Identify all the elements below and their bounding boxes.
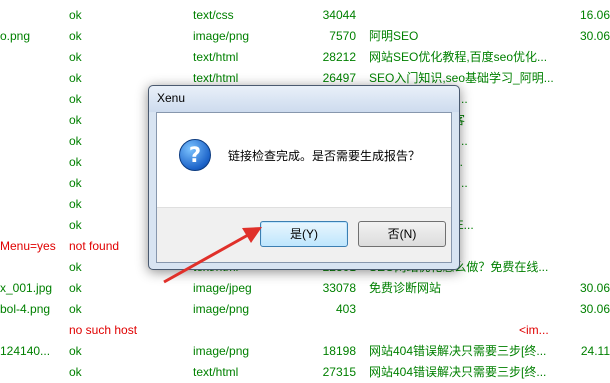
row-status: ok: [69, 50, 82, 64]
row-size: 18198: [322, 344, 356, 358]
row-status: ok: [69, 302, 82, 316]
row-status: ok: [69, 8, 82, 22]
row-title: 网站SEO优化教程,百度seo优化...: [369, 50, 548, 64]
list-row[interactable]: no such host <im...: [0, 320, 610, 341]
row-url: x_001.jpg: [0, 281, 53, 295]
row-type: image/png: [193, 302, 250, 316]
row-date: 30.06: [579, 302, 610, 316]
row-type: text/html: [193, 50, 239, 64]
row-type: image/png: [193, 29, 250, 43]
row-status: ok: [69, 155, 82, 169]
row-date: 30.06: [579, 29, 610, 43]
list-row[interactable]: ok text/html 27315 网站404错误解决只需要三步[终...: [0, 362, 610, 383]
row-title: <im...: [519, 323, 549, 337]
row-status: ok: [69, 281, 82, 295]
dialog-body: ? 链接检查完成。是否需要生成报告？ 是(Y) 否(N): [156, 112, 452, 263]
dialog-content: ? 链接检查完成。是否需要生成报告？: [157, 113, 451, 207]
dialog-message: 链接检查完成。是否需要生成报告？: [228, 149, 421, 163]
row-type: image/png: [193, 344, 250, 358]
list-row[interactable]: bol-4.png ok image/png 403 30.06: [0, 299, 610, 320]
list-row[interactable]: 124140... ok image/png 18198 网站404错误解决只需要三步[…: [0, 341, 610, 362]
row-status: ok: [69, 197, 82, 211]
row-date: 24.11: [580, 344, 610, 358]
row-title: 阿明SEO: [369, 29, 419, 43]
xenu-dialog: Xenu ? 链接检查完成。是否需要生成报告？ 是(Y) 否(N): [148, 85, 460, 270]
row-title: 免费诊断网站: [369, 281, 442, 295]
list-row[interactable]: o.png ok image/png 7570 阿明SEO 30.06: [0, 26, 610, 47]
dialog-titlebar[interactable]: Xenu: [149, 86, 459, 112]
dialog-title: Xenu: [157, 91, 186, 105]
row-status: ok: [69, 176, 82, 190]
row-size: 34044: [322, 8, 356, 22]
row-status: ok: [69, 218, 82, 232]
row-title: 网站404错误解决只需要三步[终...: [369, 344, 547, 358]
row-status: no such host: [69, 323, 138, 337]
row-status: ok: [69, 71, 82, 85]
row-status: ok: [69, 344, 82, 358]
row-date: 30.06: [579, 281, 610, 295]
row-url: Menu=yes: [0, 239, 56, 253]
row-url: bol-4.png: [0, 302, 51, 316]
row-size: 28212: [322, 50, 356, 64]
row-status: ok: [69, 92, 82, 106]
row-size: 27315: [322, 365, 356, 379]
yes-button[interactable]: 是(Y): [260, 221, 348, 247]
row-size: 33078: [322, 281, 356, 295]
row-status: ok: [69, 29, 82, 43]
row-status: ok: [69, 365, 82, 379]
dialog-button-bar: 是(Y) 否(N): [157, 207, 451, 262]
row-type: image/jpeg: [193, 281, 252, 295]
list-row[interactable]: ok text/html 28212 网站SEO优化教程,百度seo优化...: [0, 47, 610, 68]
row-type: text/html: [193, 365, 239, 379]
row-url: 124140...: [0, 344, 51, 358]
row-type: text/css: [193, 8, 234, 22]
row-url: o.png: [0, 29, 31, 43]
row-size: 7570: [329, 29, 356, 43]
row-status: ok: [69, 113, 82, 127]
row-status: ok: [69, 134, 82, 148]
question-icon: ?: [179, 139, 211, 171]
list-row[interactable]: ok text/css 34044 16.06: [0, 5, 610, 26]
row-size: 403: [335, 302, 356, 316]
list-row[interactable]: x_001.jpg ok image/jpeg 33078 免费诊断网站 30.06: [0, 278, 610, 299]
row-title: 网站404错误解决只需要三步[终...: [369, 365, 547, 379]
row-date: 16.06: [579, 8, 610, 22]
no-button[interactable]: 否(N): [358, 221, 446, 247]
row-status: not found: [69, 239, 120, 253]
row-status: ok: [69, 260, 82, 274]
